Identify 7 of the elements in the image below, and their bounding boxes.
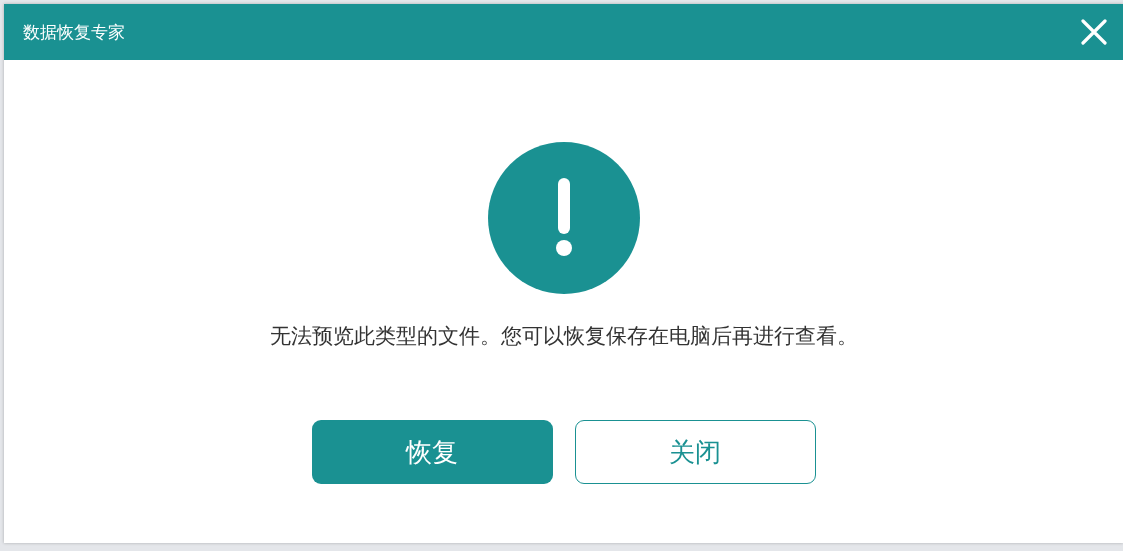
- exclamation-icon: [487, 142, 640, 294]
- close-button[interactable]: [1079, 17, 1109, 47]
- dialog-title: 数据恢复专家: [23, 20, 125, 44]
- close-dialog-button[interactable]: 关闭: [574, 420, 816, 484]
- restore-button[interactable]: 恢复: [311, 420, 553, 484]
- message-text: 无法预览此类型的文件。您可以恢复保存在电脑后再进行查看。: [269, 323, 858, 350]
- close-icon: [1081, 19, 1107, 45]
